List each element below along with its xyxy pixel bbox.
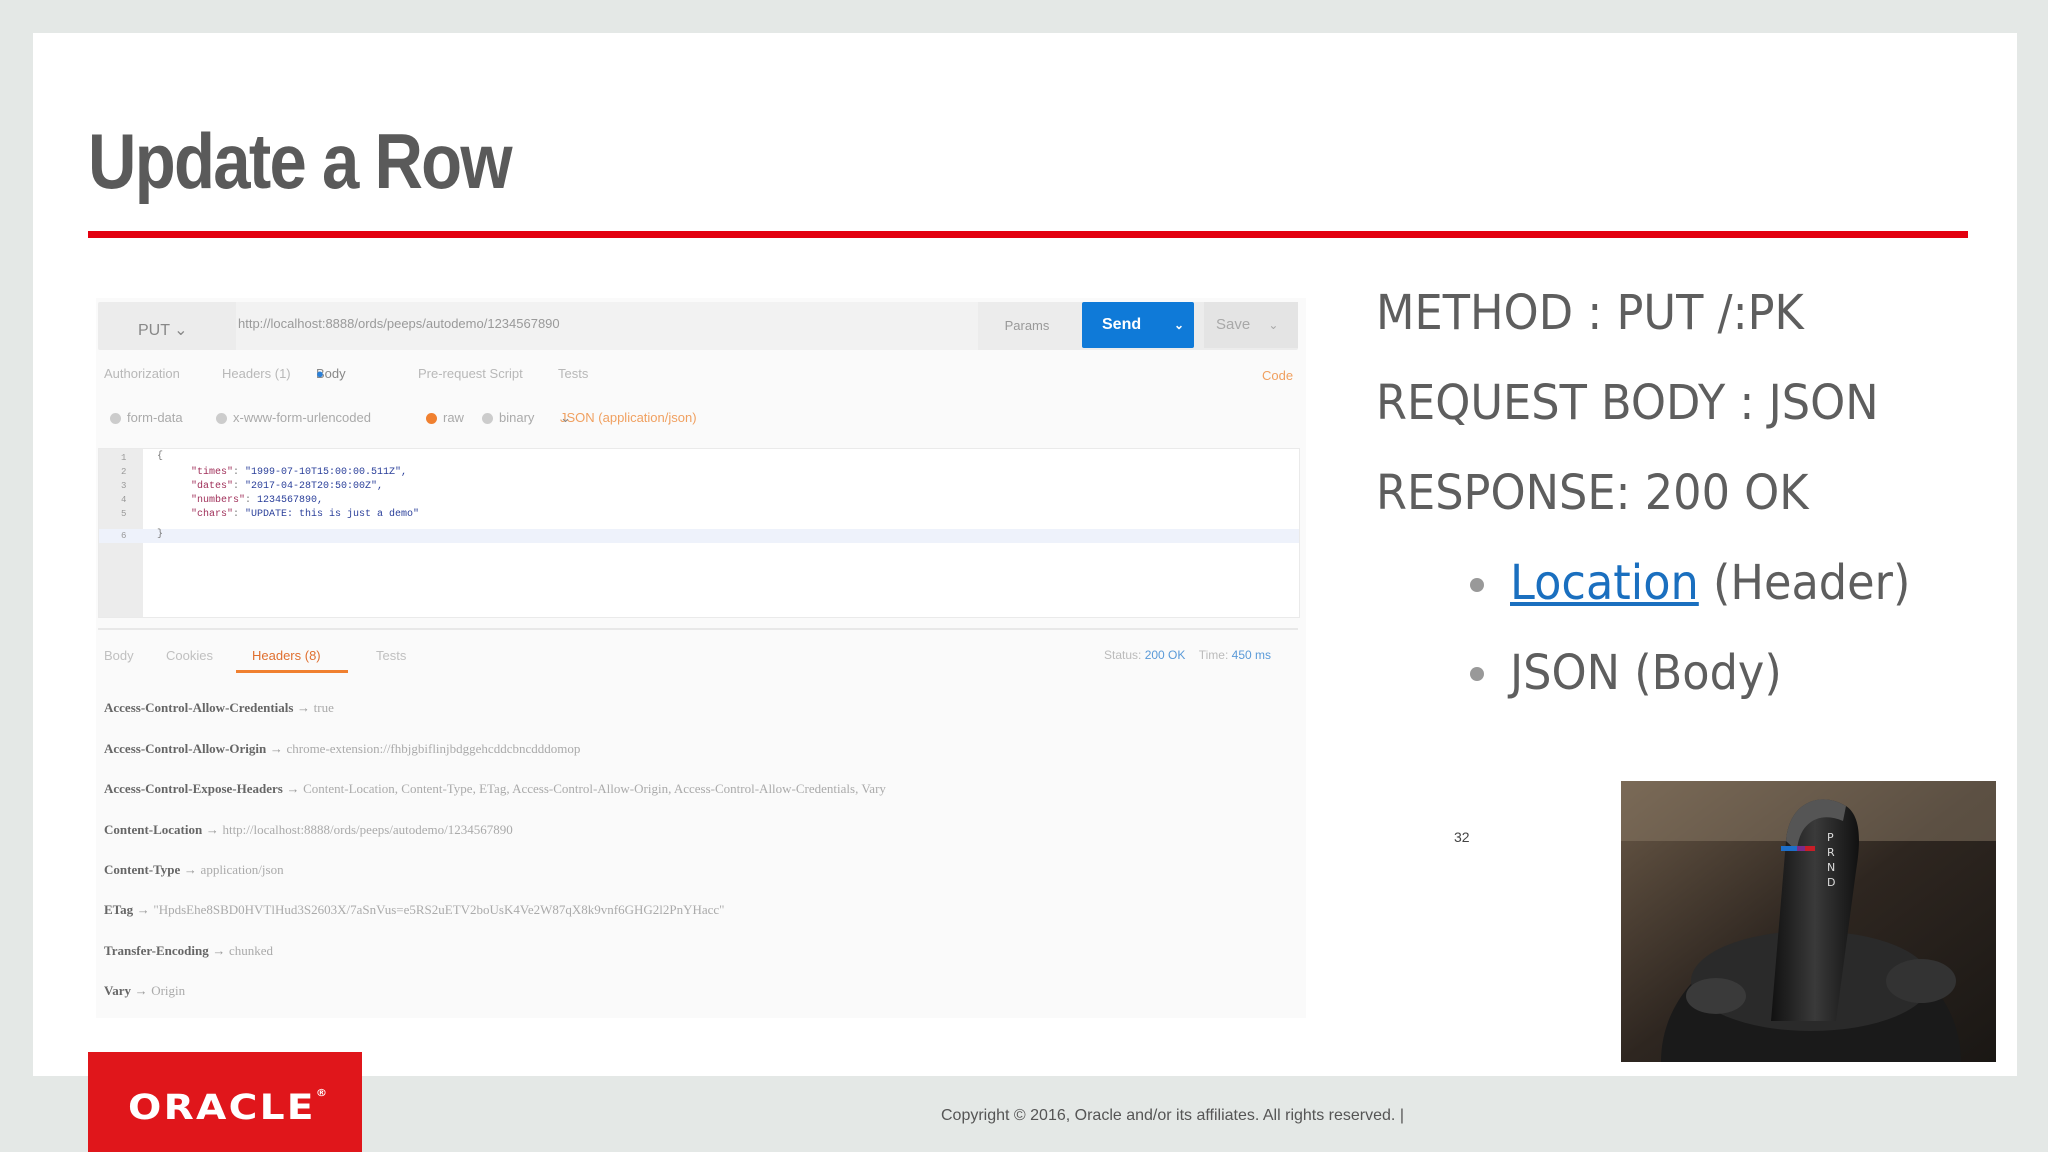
code-line: "chars": "UPDATE: this is just a demo" bbox=[191, 509, 420, 520]
code-line: } bbox=[157, 529, 164, 540]
response-header-row: Content-Type → application/json bbox=[104, 862, 284, 877]
response-divider bbox=[98, 628, 1298, 630]
body-editor[interactable]: 1 2 3 4 5 6 { "times": "1999-07-10T15:00… bbox=[98, 448, 1300, 618]
tab-tests[interactable]: Tests bbox=[558, 366, 588, 381]
tab-response-headers[interactable]: Headers (8) bbox=[252, 648, 321, 663]
chevron-down-icon: ⌄ bbox=[1268, 318, 1279, 332]
location-link[interactable]: Location bbox=[1510, 555, 1699, 611]
radio-icon bbox=[110, 413, 121, 425]
line-number: 4 bbox=[121, 495, 127, 505]
radio-urlencoded[interactable]: x-www-form-urlencoded bbox=[216, 410, 371, 425]
active-tab-underline bbox=[236, 670, 348, 673]
code-line: "dates": "2017-04-28T20:50:00Z", bbox=[191, 481, 384, 492]
chevron-down-icon: ⌄ bbox=[174, 322, 188, 339]
gear-shifter-photo: P R N D bbox=[1621, 781, 1996, 1062]
line-number: 3 bbox=[121, 481, 127, 491]
bullet-location: Location (Header) bbox=[1510, 555, 1911, 611]
copyright-text: Copyright © 2016, Oracle and/or its affi… bbox=[941, 1107, 1404, 1124]
radio-raw[interactable]: raw bbox=[426, 410, 464, 425]
radio-icon bbox=[216, 413, 227, 425]
method-line: METHOD : PUT /:PK bbox=[1376, 285, 1804, 341]
postman-screenshot: PUT ⌄ http://localhost:8888/ords/peeps/a… bbox=[96, 298, 1306, 1018]
line-number: 2 bbox=[121, 467, 127, 477]
bullet-icon bbox=[1470, 667, 1484, 681]
oracle-logo: ORACLE® bbox=[128, 1088, 330, 1128]
params-button[interactable]: Params bbox=[982, 302, 1072, 350]
svg-text:N: N bbox=[1827, 861, 1835, 874]
gear-shifter-image: P R N D bbox=[1621, 781, 1996, 1062]
response-header-row: Transfer-Encoding → chunked bbox=[104, 943, 274, 958]
code-line: "times": "1999-07-10T15:00:00.511Z", bbox=[191, 467, 408, 478]
line-number: 1 bbox=[121, 453, 127, 463]
svg-text:D: D bbox=[1827, 876, 1835, 889]
line-number: 6 bbox=[121, 531, 127, 541]
response-header-row: Access-Control-Expose-Headers → Content-… bbox=[104, 781, 886, 796]
radio-form-data[interactable]: form-data bbox=[110, 410, 183, 425]
url-text: http://localhost:8888/ords/peeps/autodem… bbox=[238, 316, 560, 331]
code-line: { bbox=[157, 451, 164, 462]
response-line: RESPONSE: 200 OK bbox=[1376, 465, 1809, 521]
response-header-row: Vary → Origin bbox=[104, 983, 186, 998]
url-input[interactable]: http://localhost:8888/ords/peeps/autodem… bbox=[236, 302, 978, 350]
chevron-down-icon: ⌄ bbox=[560, 410, 571, 425]
status-value: 200 OK bbox=[1144, 648, 1186, 662]
request-body-line: REQUEST BODY : JSON bbox=[1376, 375, 1879, 431]
svg-text:P: P bbox=[1827, 831, 1834, 844]
radio-binary[interactable]: binary bbox=[482, 410, 534, 425]
tab-cookies[interactable]: Cookies bbox=[166, 648, 213, 663]
page-number: 32 bbox=[1454, 829, 1470, 845]
radio-selected-icon bbox=[426, 413, 437, 425]
tab-pre-request-script[interactable]: Pre-request Script bbox=[418, 366, 523, 381]
code-link[interactable]: Code bbox=[1262, 368, 1293, 383]
tab-response-body[interactable]: Body bbox=[104, 648, 134, 663]
send-button[interactable]: Send ⌄ bbox=[1082, 302, 1194, 348]
title-divider bbox=[88, 231, 1968, 238]
response-status: Status: 200 OK Time: 450 ms bbox=[1104, 648, 1272, 662]
active-line-highlight bbox=[99, 529, 1299, 543]
chevron-down-icon[interactable]: ⌄ bbox=[1174, 302, 1184, 348]
method-select[interactable]: PUT ⌄ bbox=[138, 320, 188, 340]
save-button[interactable]: Save ⌄ bbox=[1204, 302, 1298, 348]
tab-authorization[interactable]: Authorization bbox=[104, 366, 180, 381]
response-header-row: Access-Control-Allow-Origin → chrome-ext… bbox=[104, 741, 581, 756]
response-header-row: Content-Location → http://localhost:8888… bbox=[104, 822, 513, 837]
slide-title: Update a Row bbox=[88, 117, 513, 205]
send-label: Send bbox=[1102, 316, 1142, 333]
svg-text:R: R bbox=[1827, 846, 1835, 859]
response-header-row: ETag → "HpdsEhe8SBD0HVTlHud3S2603X/7aSnV… bbox=[104, 902, 725, 917]
code-line: "numbers": 1234567890, bbox=[191, 495, 324, 506]
time-value: 450 ms bbox=[1231, 648, 1272, 662]
oracle-logo-box: ORACLE® bbox=[88, 1052, 362, 1152]
radio-icon bbox=[482, 413, 493, 425]
modified-dot-icon: ● bbox=[316, 366, 324, 381]
bullet-icon bbox=[1470, 578, 1484, 592]
bullet-json-body: JSON (Body) bbox=[1510, 645, 1782, 701]
tab-response-tests[interactable]: Tests bbox=[376, 648, 406, 663]
line-number: 5 bbox=[121, 509, 127, 519]
response-header-row: Access-Control-Allow-Credentials → true bbox=[104, 700, 334, 715]
tab-headers[interactable]: Headers (1) bbox=[222, 366, 291, 381]
